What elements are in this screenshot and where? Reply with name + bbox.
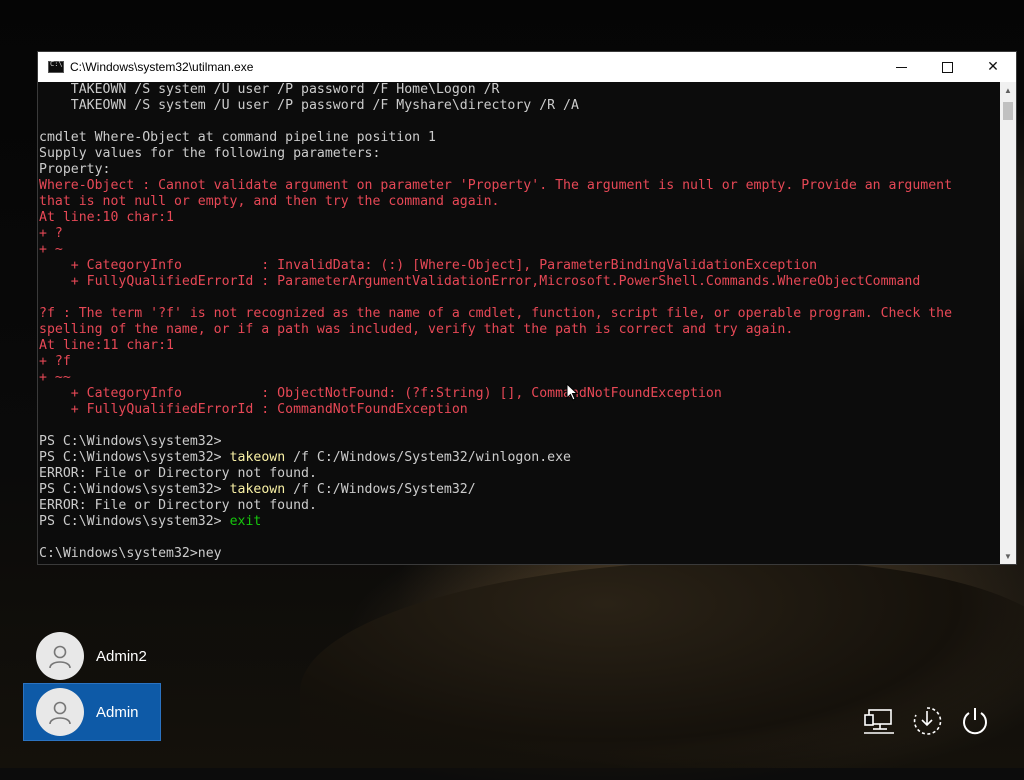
maximize-button[interactable] [924, 52, 970, 82]
window-title: C:\Windows\system32\utilman.exe [70, 60, 254, 74]
console-command: exit [229, 514, 262, 529]
console-line: + ? [39, 226, 63, 241]
console-output[interactable]: TAKEOWN /S system /U user /P password /F… [38, 82, 1001, 564]
console-line: + CategoryInfo : InvalidData: (:) [Where… [39, 258, 818, 273]
console-prompt: PS C:\Windows\system32> [39, 450, 230, 465]
power-icon[interactable] [958, 704, 992, 738]
console-line: TAKEOWN /S system /U user /P password /F… [39, 98, 579, 113]
vertical-scrollbar[interactable]: ▲ ▼ [1000, 82, 1016, 564]
console-line: + CategoryInfo : ObjectNotFound: (?f:Str… [39, 386, 722, 401]
console-line: TAKEOWN /S system /U user /P password /F… [39, 82, 500, 97]
console-line: + FullyQualifiedErrorId : CommandNotFoun… [39, 402, 468, 417]
console-app-icon [48, 60, 64, 73]
console-prompt: PS C:\Windows\system32> [39, 514, 230, 529]
console-line: + ?f [39, 354, 71, 369]
console-arguments: /f C:/Windows/System32/winlogon.exe [285, 450, 571, 465]
minimize-button[interactable] [878, 52, 924, 82]
console-line: + FullyQualifiedErrorId : ParameterArgum… [39, 274, 921, 289]
window-controls: ✕ [878, 52, 1016, 82]
console-line: that is not null or empty, and then try … [39, 194, 500, 209]
console-command: takeown [229, 450, 286, 465]
user-tile-admin2[interactable]: Admin2 [24, 628, 160, 684]
console-prompt: PS C:\Windows\system32> [39, 482, 230, 497]
accessibility-icon[interactable] [910, 704, 944, 738]
console-line: cmdlet Where-Object at command pipeline … [39, 130, 436, 145]
console-line: Property: [39, 162, 111, 177]
user-tile-admin[interactable]: Admin [24, 684, 160, 740]
console-line: ERROR: File or Directory not found. [39, 498, 317, 513]
console-line: + ~ [39, 242, 63, 257]
close-button[interactable]: ✕ [970, 52, 1016, 82]
console-line: spelling of the name, or if a path was i… [39, 322, 794, 337]
console-line: PS C:\Windows\system32> takeown /f C:/Wi… [39, 482, 1001, 498]
mouse-cursor-icon [566, 383, 578, 401]
console-line: ERROR: File or Directory not found. [39, 466, 317, 481]
user-name: Admin2 [96, 647, 147, 665]
console-line: Supply values for the following paramete… [39, 146, 381, 161]
user-name: Admin [96, 703, 139, 721]
user-avatar-icon [36, 688, 84, 736]
scroll-up-arrow-icon[interactable]: ▲ [1000, 82, 1016, 98]
user-avatar-icon [36, 632, 84, 680]
console-line: PS C:\Windows\system32> exit [39, 514, 1001, 530]
title-bar[interactable]: C:\Windows\system32\utilman.exe ✕ [38, 52, 1016, 82]
scroll-down-arrow-icon[interactable]: ▼ [1000, 548, 1016, 564]
console-line: PS C:\Windows\system32> [39, 434, 222, 449]
console-line: At line:11 char:1 [39, 338, 174, 353]
console-line: Where-Object : Cannot validate argument … [39, 178, 953, 193]
console-line: At line:10 char:1 [39, 210, 174, 225]
console-arguments: /f C:/Windows/System32/ [285, 482, 476, 497]
console-line: + ~~ [39, 370, 71, 385]
console-line: C:\Windows\system32>ney [39, 546, 222, 561]
network-icon[interactable] [862, 704, 896, 738]
console-line: ?f : The term '?f' is not recognized as … [39, 306, 953, 321]
scrollbar-thumb[interactable] [1003, 102, 1013, 120]
console-command: takeown [229, 482, 286, 497]
background-landscape [300, 560, 1024, 780]
console-line: PS C:\Windows\system32> takeown /f C:/Wi… [39, 450, 1001, 466]
console-window[interactable]: C:\Windows\system32\utilman.exe ✕ TAKEOW… [38, 52, 1016, 564]
